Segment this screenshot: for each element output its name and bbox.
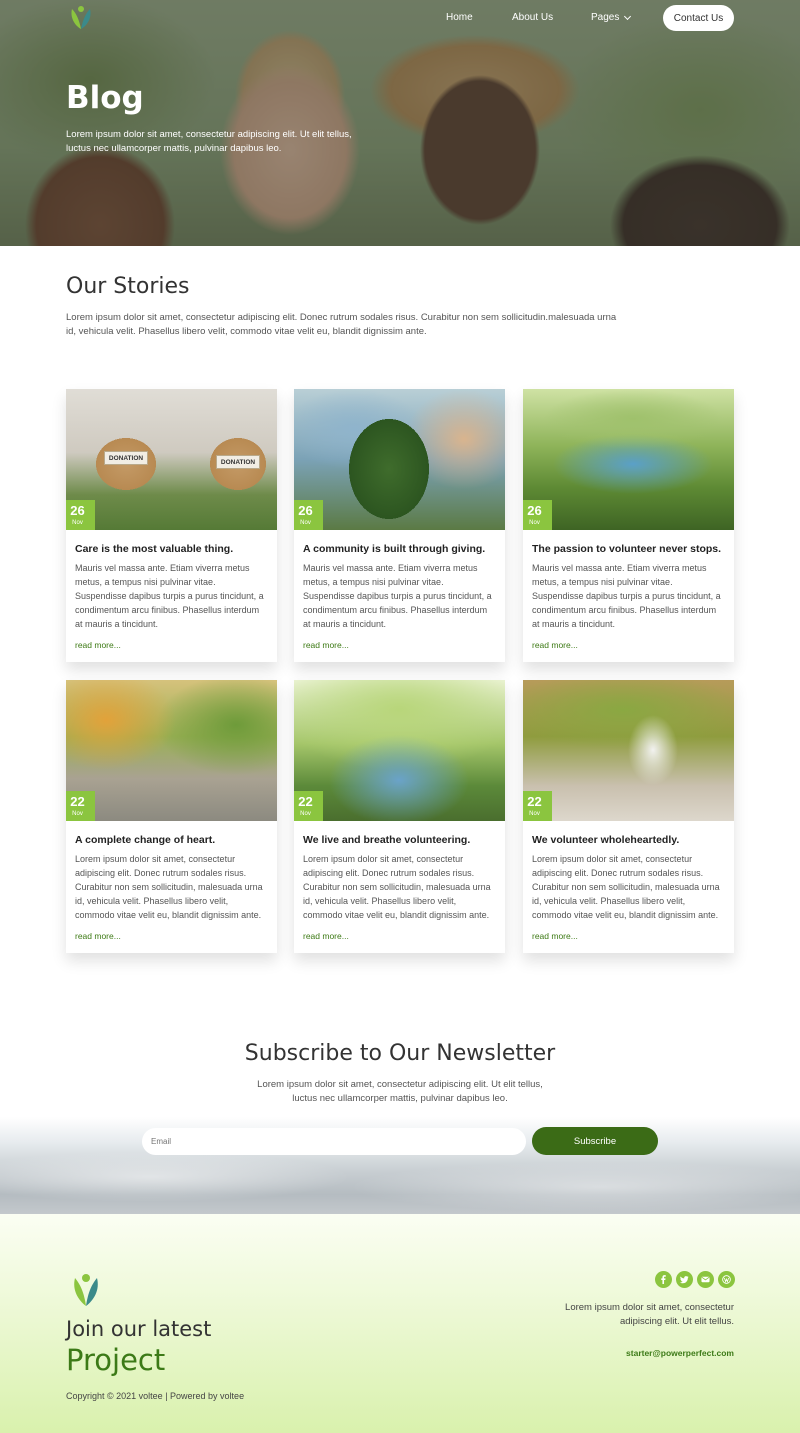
blog-card-excerpt: Lorem ipsum dolor sit amet, consectetur … (75, 854, 263, 920)
hero-description: Lorem ipsum dolor sit amet, consectetur … (66, 129, 352, 154)
read-more-link[interactable]: read more... (532, 640, 725, 650)
newsletter-heading: Subscribe to Our Newsletter (244, 1041, 556, 1066)
read-more-link[interactable]: read more... (75, 931, 268, 941)
blog-card-image[interactable]: DONATION DONATION 26 Nov (66, 389, 277, 530)
date-badge: 26 Nov (66, 500, 95, 530)
date-month: Nov (300, 811, 311, 817)
date-day: 26 (70, 503, 85, 518)
footer-email-link[interactable]: starter@powerperfect.com (540, 1348, 734, 1358)
date-badge: 22 Nov (66, 791, 95, 821)
blog-card-image[interactable]: 22 Nov (523, 680, 734, 821)
twitter-icon[interactable] (676, 1271, 693, 1288)
blog-card-image[interactable]: 26 Nov (523, 389, 734, 530)
nav-about-us[interactable]: About Us (512, 12, 553, 23)
email-icon[interactable] (697, 1271, 714, 1288)
date-month: Nov (529, 520, 540, 526)
page-title: Blog (66, 80, 144, 116)
copyright-text: Copyright © 2021 voltee | Powered by vol… (66, 1391, 245, 1401)
facebook-icon[interactable] (655, 1271, 672, 1288)
stories-description: Lorem ipsum dolor sit amet, consectetur … (66, 312, 617, 337)
blog-card-title[interactable]: We live and breathe volunteering. (303, 834, 496, 846)
blog-card-excerpt: Lorem ipsum dolor sit amet, consectetur … (303, 854, 491, 920)
donation-box-label: DONATION (216, 455, 260, 469)
blog-card-image[interactable]: 22 Nov (294, 680, 505, 821)
blog-card-title[interactable]: A complete change of heart. (75, 834, 268, 846)
chevron-down-icon (624, 12, 632, 20)
date-month: Nov (300, 520, 311, 526)
wordpress-icon[interactable] (718, 1271, 735, 1288)
email-field[interactable] (142, 1128, 526, 1155)
logo-icon[interactable] (66, 1270, 106, 1310)
subscribe-button[interactable]: Subscribe (532, 1127, 658, 1155)
contact-us-button[interactable]: Contact Us (663, 5, 734, 31)
hero-banner: Home About Us Pages Contact Us Blog Lore… (0, 0, 800, 246)
blog-card-image[interactable]: 22 Nov (66, 680, 277, 821)
stories-heading: Our Stories (66, 274, 190, 299)
read-more-link[interactable]: read more... (303, 931, 496, 941)
blog-card[interactable]: DONATION DONATION 26 Nov Care is the mos… (66, 389, 277, 662)
blog-card[interactable]: 22 Nov We live and breathe volunteering.… (294, 680, 505, 953)
blog-card-title[interactable]: The passion to volunteer never stops. (532, 543, 725, 555)
date-day: 22 (298, 794, 313, 809)
date-month: Nov (72, 811, 83, 817)
blog-card-title[interactable]: We volunteer wholeheartedly. (532, 834, 725, 846)
blog-card-title[interactable]: A community is built through giving. (303, 543, 496, 555)
newsletter-description: Lorem ipsum dolor sit amet, consectetur … (257, 1079, 543, 1104)
date-badge: 26 Nov (523, 500, 552, 530)
logo-icon[interactable] (64, 3, 98, 33)
read-more-link[interactable]: read more... (75, 640, 268, 650)
blog-card-excerpt: Mauris vel massa ante. Etiam viverra met… (532, 563, 721, 629)
hero-overlay (0, 0, 800, 246)
footer-description: Lorem ipsum dolor sit amet, consectetur … (565, 1302, 734, 1327)
blog-card-excerpt: Lorem ipsum dolor sit amet, consectetur … (532, 854, 720, 920)
read-more-link[interactable]: read more... (532, 931, 725, 941)
date-month: Nov (529, 811, 540, 817)
date-day: 26 (298, 503, 313, 518)
footer-heading: Join our latest (66, 1317, 212, 1341)
date-day: 22 (527, 794, 542, 809)
date-badge: 26 Nov (294, 500, 323, 530)
nav-pages-label: Pages (591, 12, 620, 23)
blog-card[interactable]: 26 Nov A community is built through givi… (294, 389, 505, 662)
blog-card[interactable]: 22 Nov We volunteer wholeheartedly. Lore… (523, 680, 734, 953)
blog-card-excerpt: Mauris vel massa ante. Etiam viverra met… (303, 563, 492, 629)
nav-pages-dropdown[interactable]: Pages (591, 12, 632, 23)
date-month: Nov (72, 520, 83, 526)
social-links (655, 1271, 739, 1288)
blog-card-excerpt: Mauris vel massa ante. Etiam viverra met… (75, 563, 264, 629)
nav-home[interactable]: Home (446, 12, 473, 23)
date-badge: 22 Nov (523, 791, 552, 821)
date-badge: 22 Nov (294, 791, 323, 821)
footer-project-heading: Project (66, 1343, 166, 1377)
date-day: 26 (527, 503, 542, 518)
date-day: 22 (70, 794, 85, 809)
blog-card[interactable]: 22 Nov A complete change of heart. Lorem… (66, 680, 277, 953)
blog-card[interactable]: 26 Nov The passion to volunteer never st… (523, 389, 734, 662)
read-more-link[interactable]: read more... (303, 640, 496, 650)
blog-card-title[interactable]: Care is the most valuable thing. (75, 543, 268, 555)
blog-card-image[interactable]: 26 Nov (294, 389, 505, 530)
donation-box-label: DONATION (104, 451, 148, 465)
